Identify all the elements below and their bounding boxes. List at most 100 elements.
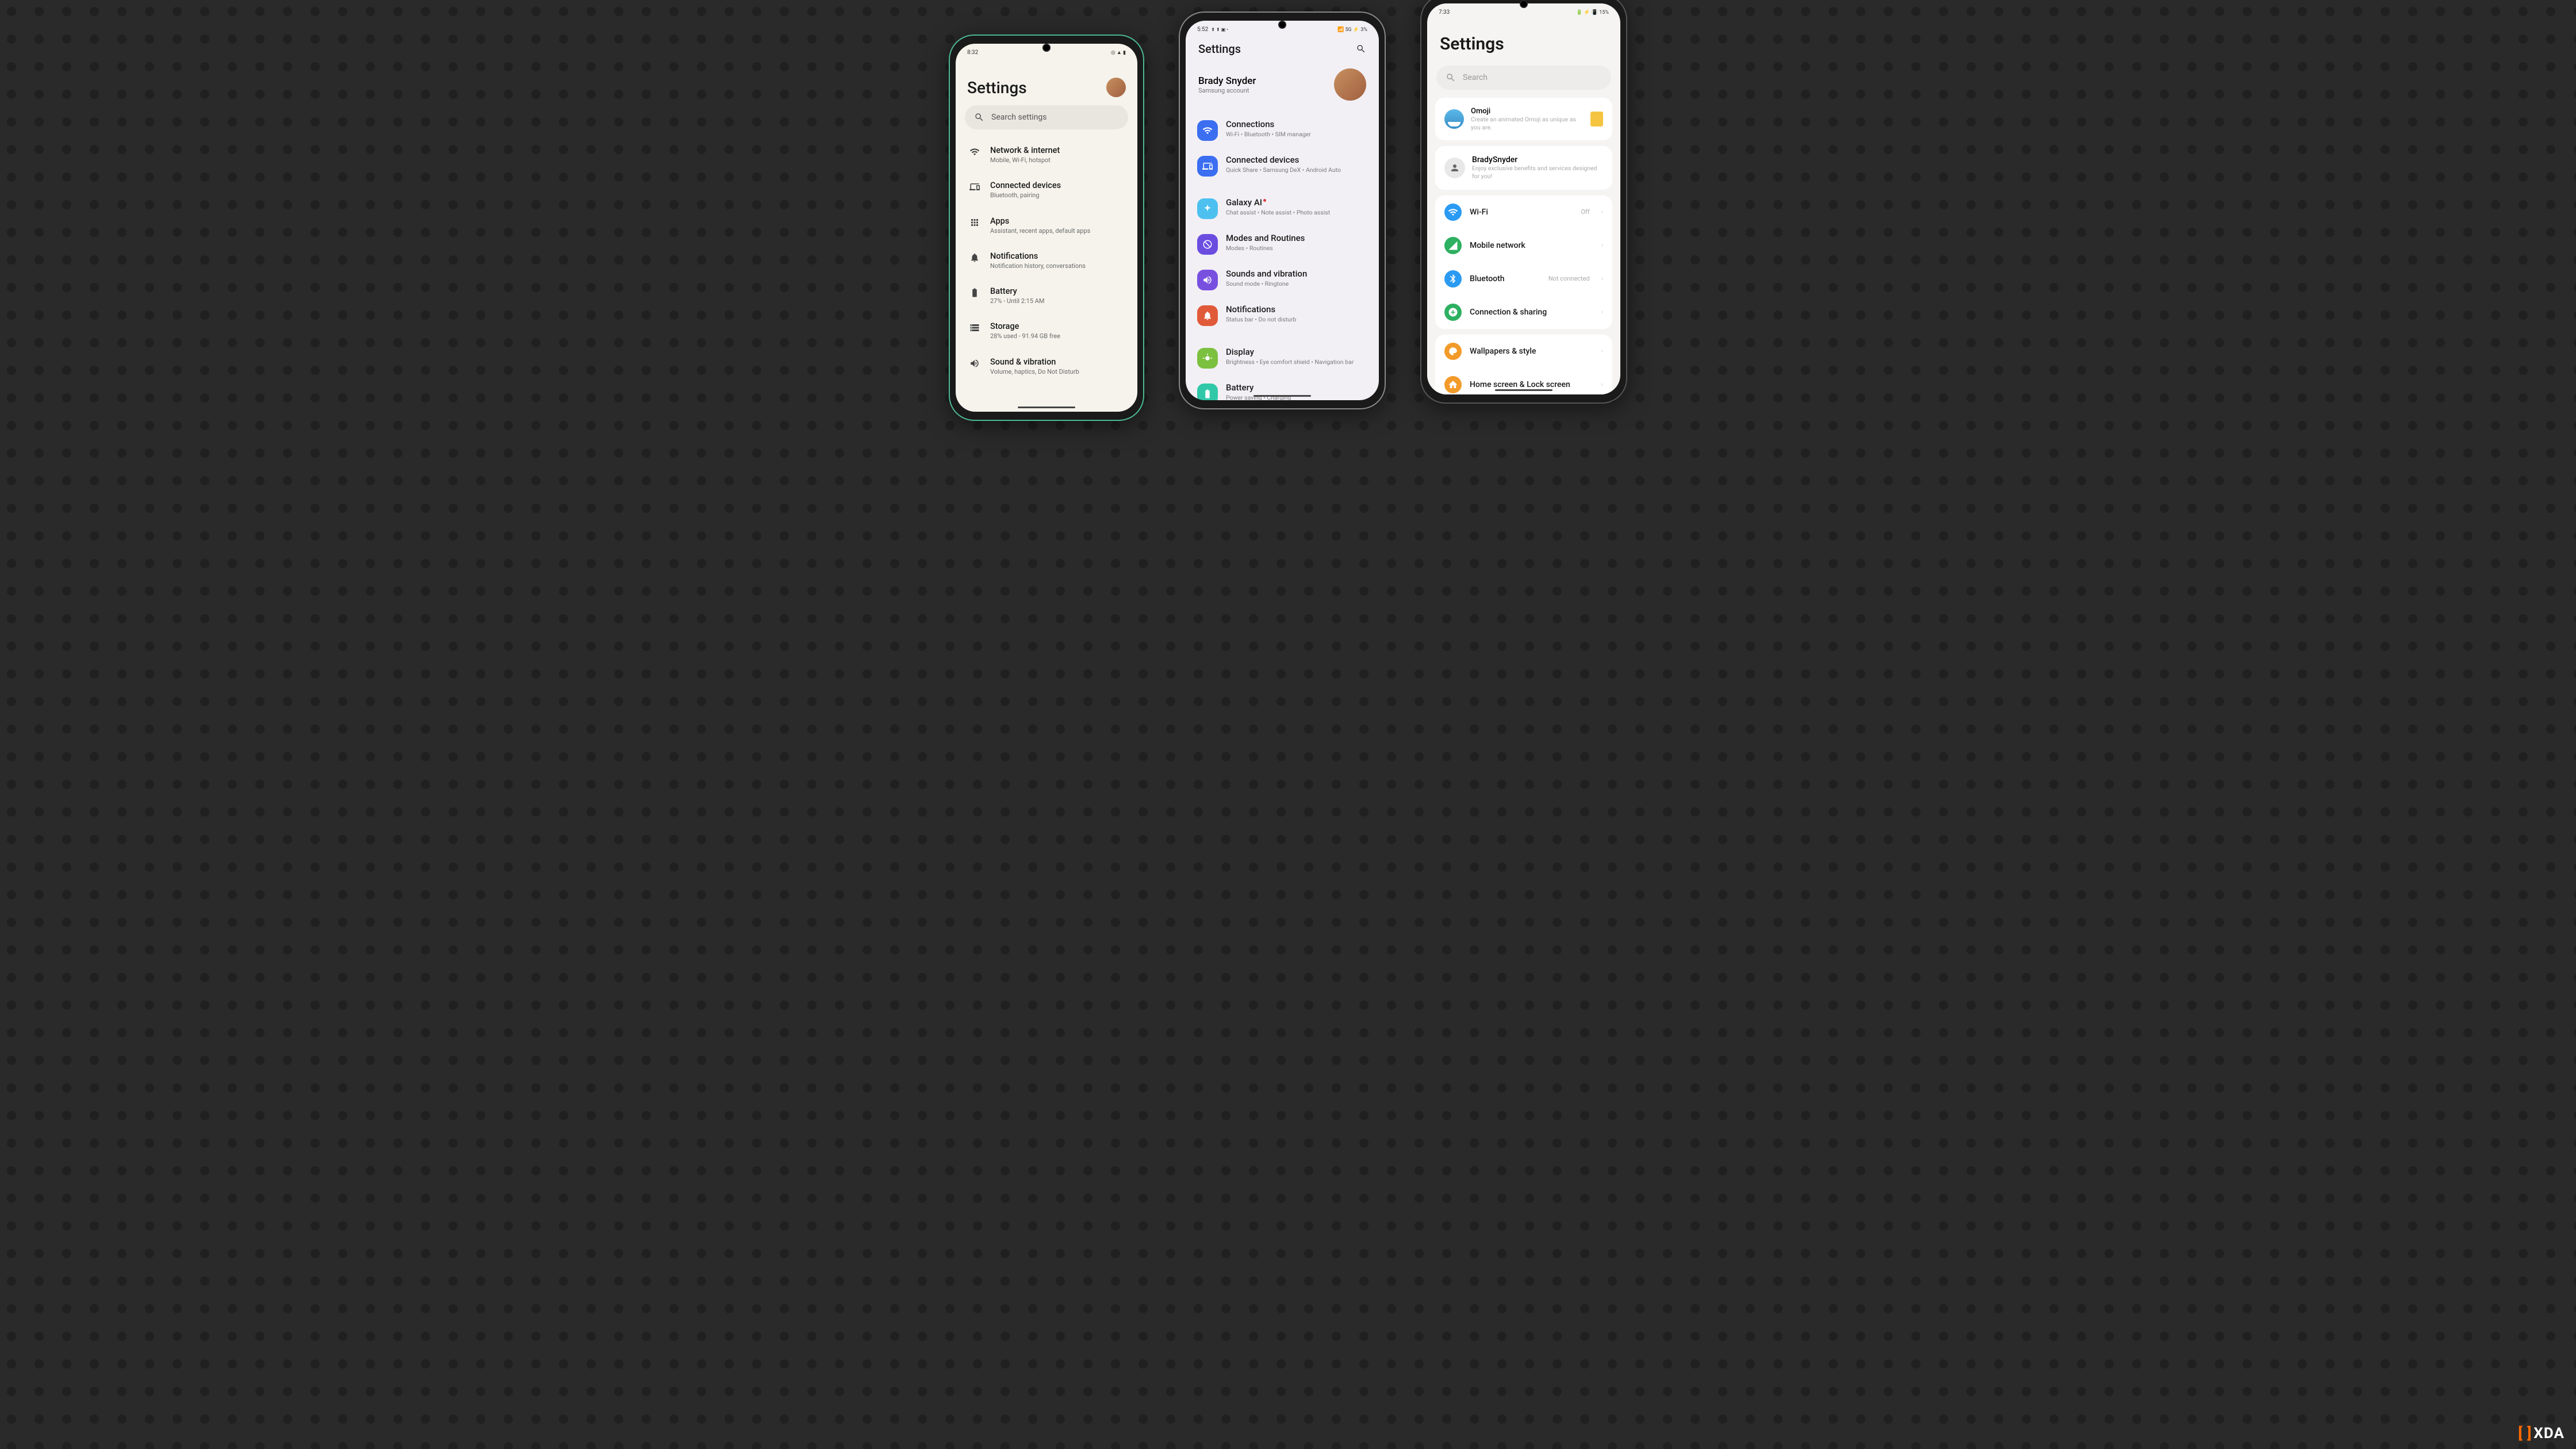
settings-item-share[interactable]: Connection & sharing ›	[1435, 296, 1612, 329]
settings-item-storage[interactable]: Storage 28% used - 91.94 GB free	[966, 313, 1127, 348]
bell-icon	[1197, 305, 1218, 326]
item-title: Bluetooth	[1470, 274, 1540, 283]
item-title: Connected devices	[1226, 155, 1367, 165]
settings-list: Connections Wi-Fi • Bluetooth • SIM mana…	[1186, 112, 1379, 400]
status-right: 📶 5G ⚡ 3%	[1337, 27, 1367, 33]
settings-item-wifi[interactable]: Wi-Fi Off ›	[1435, 195, 1612, 229]
promo-card[interactable]: Omoji Create an animated Omoji as unique…	[1435, 98, 1612, 140]
settings-item-display[interactable]: Display Brightness • Eye comfort shield …	[1186, 340, 1379, 375]
settings-item-wifi[interactable]: Connections Wi-Fi • Bluetooth • SIM mana…	[1186, 112, 1379, 148]
settings-item-modes[interactable]: Modes and Routines Modes • Routines	[1186, 226, 1379, 262]
display-icon	[1197, 348, 1218, 369]
search-input[interactable]: Search	[1436, 66, 1611, 90]
settings-item-devices[interactable]: Connected devices Bluetooth, pairing	[966, 172, 1127, 208]
signal-icon	[1444, 237, 1462, 254]
search-input[interactable]: Search settings	[965, 105, 1128, 129]
item-title: Network & internet	[990, 145, 1125, 155]
chevron-right-icon: ›	[1601, 241, 1603, 249]
wifi-icon	[968, 147, 981, 157]
phone-pixel: 8:32 ◎ ▲ ▮ Settings Search settings Netw…	[949, 34, 1144, 421]
home-bar[interactable]	[1254, 395, 1311, 397]
home-bar[interactable]	[1018, 407, 1075, 408]
item-title: Mobile network	[1470, 241, 1590, 250]
item-title: Battery	[990, 286, 1125, 296]
promo-title: Omoji	[1471, 107, 1584, 116]
devices-icon	[968, 182, 981, 192]
bell-icon	[968, 252, 981, 263]
page-title: Settings	[1440, 22, 1608, 54]
chevron-right-icon: ›	[1601, 308, 1603, 316]
camera-hole	[1520, 0, 1528, 8]
share-icon	[1444, 304, 1462, 321]
sparkle-icon	[1197, 198, 1218, 219]
item-value: Off	[1581, 208, 1589, 216]
item-title: Sound & vibration	[990, 357, 1125, 367]
item-title: Connections	[1226, 119, 1367, 129]
account-name: BradySnyder	[1472, 155, 1603, 164]
chevron-right-icon: ›	[1601, 275, 1603, 282]
folder-icon	[1590, 112, 1603, 126]
account-sub: Enjoy exclusive benefits and services de…	[1472, 164, 1603, 180]
bluetooth-icon	[1444, 270, 1462, 288]
settings-group-connectivity: Wi-Fi Off › Mobile network › Bluetooth N…	[1435, 195, 1612, 329]
sound-icon	[968, 358, 981, 369]
avatar[interactable]	[1334, 68, 1366, 101]
item-sub: Wi-Fi • Bluetooth • SIM manager	[1226, 131, 1367, 138]
status-time: 8:32	[967, 49, 978, 56]
settings-item-apps[interactable]: Apps Assistant, recent apps, default app…	[966, 208, 1127, 243]
item-title: Wallpapers & style	[1470, 347, 1590, 356]
settings-item-devices[interactable]: Connected devices Quick Share • Samsung …	[1186, 148, 1379, 183]
watermark: [ ] XDA	[2518, 1425, 2564, 1442]
item-sub: Sound mode • Ringtone	[1226, 280, 1367, 288]
status-icons: ◎ ▲ ▮	[1111, 49, 1126, 56]
search-icon[interactable]	[1356, 44, 1366, 54]
item-title: Display	[1226, 347, 1367, 357]
item-title: Notifications	[990, 251, 1125, 261]
item-title: Sounds and vibration	[1226, 269, 1367, 279]
settings-item-sparkle[interactable]: Galaxy AI Chat assist • Note assist • Ph…	[1186, 190, 1379, 226]
screen: 7:33 🔋 ⚡ 📳 15% Settings Search Omoji Cre…	[1427, 3, 1620, 394]
item-sub: Quick Share • Samsung DeX • Android Auto	[1226, 166, 1367, 174]
watermark-text: XDA	[2533, 1425, 2564, 1442]
search-icon	[974, 112, 984, 122]
settings-item-bell[interactable]: Notifications Status bar • Do not distur…	[1186, 297, 1379, 333]
palette-icon	[1444, 343, 1462, 360]
camera-hole	[1042, 44, 1051, 52]
camera-hole	[1278, 21, 1286, 29]
settings-group-personalization: Wallpapers & style › Home screen & Lock …	[1435, 335, 1612, 394]
storage-icon	[968, 323, 981, 333]
item-sub: Bluetooth, pairing	[990, 191, 1125, 200]
avatar[interactable]	[1106, 78, 1126, 97]
chevron-right-icon: ›	[1601, 347, 1603, 355]
settings-item-battery[interactable]: Battery 27% - Until 2:15 AM	[966, 278, 1127, 313]
settings-item-palette[interactable]: Wallpapers & style ›	[1435, 335, 1612, 368]
search-placeholder: Search	[1463, 73, 1488, 82]
settings-item-signal[interactable]: Mobile network ›	[1435, 229, 1612, 262]
item-value: Not connected	[1548, 275, 1590, 282]
status-right: 🔋 ⚡ 📳 15%	[1576, 10, 1609, 16]
item-sub: 27% - Until 2:15 AM	[990, 297, 1125, 305]
item-title: Storage	[990, 321, 1125, 331]
account-row[interactable]: Brady Snyder Samsung account	[1186, 58, 1379, 112]
chevron-right-icon: ›	[1601, 381, 1603, 388]
settings-item-bell[interactable]: Notifications Notification history, conv…	[966, 243, 1127, 278]
account-card[interactable]: BradySnyder Enjoy exclusive benefits and…	[1435, 146, 1612, 189]
item-sub: Mobile, Wi-Fi, hotspot	[990, 156, 1125, 164]
settings-item-bluetooth[interactable]: Bluetooth Not connected ›	[1435, 262, 1612, 296]
item-sub: Brightness • Eye comfort shield • Naviga…	[1226, 358, 1367, 366]
promo-sub: Create an animated Omoji as unique as yo…	[1471, 116, 1584, 131]
account-name: Brady Snyder	[1198, 75, 1326, 87]
item-title: Modes and Routines	[1226, 233, 1367, 243]
search-placeholder: Search settings	[991, 113, 1047, 122]
item-title: Home screen & Lock screen	[1470, 380, 1590, 389]
item-title: Connection & sharing	[1470, 308, 1590, 317]
phone-samsung: 5:52 ⬆ ⬆ ▣ • 📶 5G ⚡ 3% Settings Brady Sn…	[1179, 12, 1386, 409]
account-sub: Samsung account	[1198, 87, 1326, 94]
home-bar[interactable]	[1495, 389, 1552, 391]
status-left: 5:52 ⬆ ⬆ ▣ •	[1197, 26, 1228, 33]
settings-item-wifi[interactable]: Network & internet Mobile, Wi-Fi, hotspo…	[966, 137, 1127, 172]
alert-dot-icon	[1263, 199, 1266, 202]
settings-item-sound[interactable]: Sound & vibration Volume, haptics, Do No…	[966, 349, 1127, 384]
settings-item-sound[interactable]: Sounds and vibration Sound mode • Ringto…	[1186, 262, 1379, 297]
battery-icon	[968, 288, 981, 298]
